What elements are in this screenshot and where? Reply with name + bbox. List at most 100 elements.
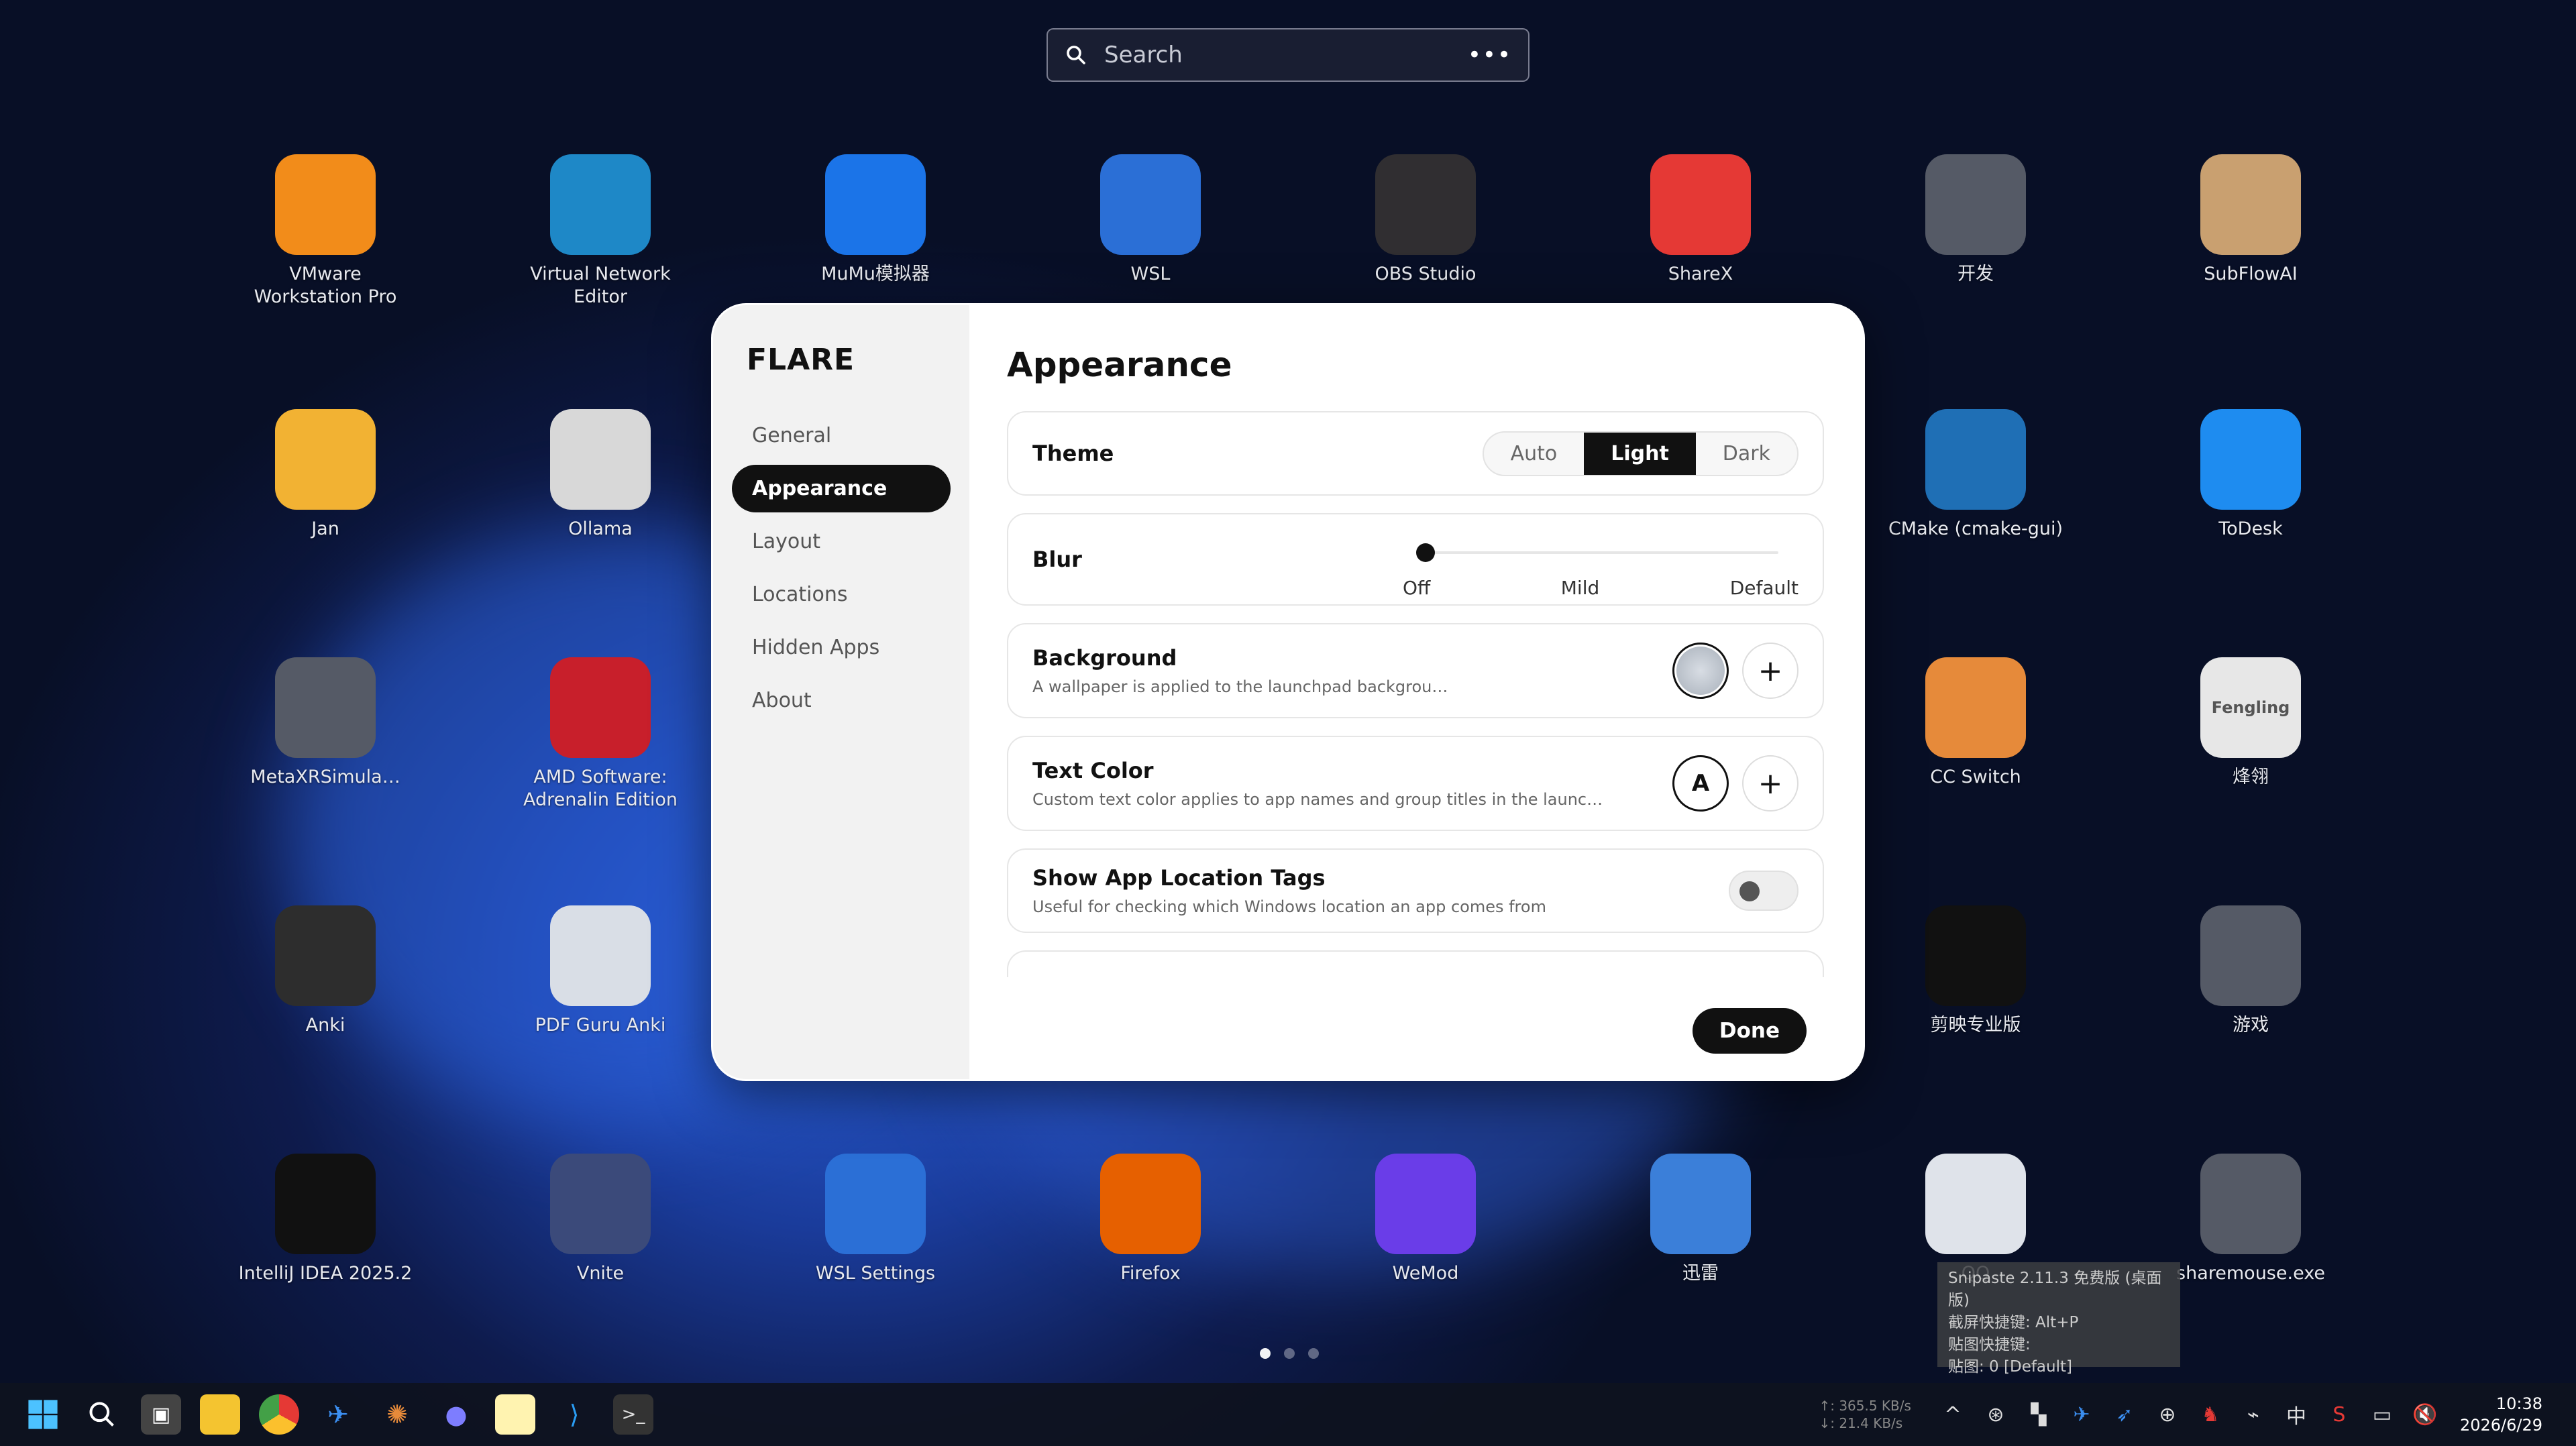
search-icon	[89, 1402, 114, 1427]
nav-item-general[interactable]: General	[732, 412, 951, 459]
app-tile[interactable]: WeMod	[1315, 1154, 1536, 1285]
network-icon[interactable]: ⌁	[2239, 1400, 2268, 1429]
ime-indicator[interactable]: 中	[2282, 1400, 2311, 1429]
openai-icon[interactable]: ⊛	[1981, 1400, 2010, 1429]
next-setting-card	[1007, 950, 1824, 977]
sogou-icon[interactable]: S	[2324, 1400, 2354, 1429]
taskbar-search-button[interactable]	[82, 1394, 122, 1435]
app-label: AMD Software: Adrenalin Edition	[523, 767, 678, 810]
app-tile[interactable]: AMD Software: Adrenalin Edition	[490, 657, 711, 812]
clock[interactable]: 10:38 2026/6/29	[2460, 1393, 2542, 1436]
bird-tray-icon[interactable]: ➶	[2110, 1400, 2139, 1429]
text-color-card: Text Color Custom text color applies to …	[1007, 736, 1824, 831]
search-bar[interactable]: Search •••	[1046, 28, 1529, 82]
app-tile[interactable]: CC Switch	[1865, 657, 2086, 789]
app-tile[interactable]: Ollama	[490, 409, 711, 541]
add-text-color-button[interactable]: +	[1742, 755, 1799, 812]
done-button[interactable]: Done	[1692, 1008, 1807, 1054]
page-dot[interactable]	[1260, 1348, 1271, 1359]
net-down: ↓: 21.4 KB/s	[1819, 1415, 1903, 1431]
capcut-icon	[1925, 905, 2026, 1006]
cc-switch-icon[interactable]: ✺	[377, 1394, 417, 1435]
app-tile[interactable]: Firefox	[1040, 1154, 1261, 1285]
network-speed: ↑: 365.5 KB/s ↓: 21.4 KB/s	[1819, 1397, 1911, 1432]
chevron-up-icon[interactable]: ^	[1938, 1400, 1968, 1429]
app-tile[interactable]: 迅雷	[1590, 1154, 1811, 1285]
feishu-icon[interactable]: ✈	[318, 1394, 358, 1435]
app-tile[interactable]: SubFlowAI	[2140, 154, 2361, 286]
app-tile[interactable]: 游戏	[2140, 905, 2361, 1037]
app-tile[interactable]: CMake (cmake-gui)	[1865, 409, 2086, 541]
app-tile[interactable]: WSL	[1040, 154, 1261, 286]
blur-stop-mild: Mild	[1560, 577, 1600, 599]
app-tile[interactable]: MetaXRSimula…	[215, 657, 436, 789]
text-color-title: Text Color	[1032, 758, 1154, 783]
sharex-icon	[1650, 154, 1751, 255]
app-tile[interactable]: Anki	[215, 905, 436, 1037]
app-tile[interactable]: WSL Settings	[765, 1154, 986, 1285]
start-button[interactable]	[23, 1394, 63, 1435]
nav-item-about[interactable]: About	[732, 677, 951, 724]
nav-item-appearance[interactable]: Appearance	[732, 465, 951, 512]
llama-icon	[550, 409, 651, 510]
background-title: Background	[1032, 645, 1177, 671]
chat-app-icon[interactable]: ●	[436, 1394, 476, 1435]
tooltip-line: Snipaste 2.11.3 免费版 (桌面版)	[1948, 1270, 2162, 1309]
theme-option-dark[interactable]: Dark	[1696, 433, 1797, 475]
todesk-icon	[2200, 409, 2301, 510]
app-tile[interactable]: MuMu模拟器	[765, 154, 986, 286]
app-tile[interactable]: ToDesk	[2140, 409, 2361, 541]
slider-knob[interactable]	[1416, 543, 1435, 562]
app-tile[interactable]: VMware Workstation Pro	[215, 154, 436, 309]
app-tile[interactable]: 剪映专业版	[1865, 905, 2086, 1037]
globe-icon	[550, 154, 651, 255]
theme-option-auto[interactable]: Auto	[1484, 433, 1585, 475]
file-explorer-icon[interactable]	[200, 1394, 240, 1435]
search-input[interactable]: Search	[1104, 42, 1468, 68]
settings-nav: General Appearance Layout Locations Hidden A…	[732, 412, 951, 724]
app-tile[interactable]: Virtual Network Editor	[490, 154, 711, 309]
location-tags-toggle[interactable]	[1729, 871, 1799, 911]
chrome-icon[interactable]	[259, 1394, 299, 1435]
blur-stop-off: Off	[1403, 577, 1431, 599]
page-dot[interactable]	[1308, 1348, 1319, 1359]
snipaste-icon[interactable]: ▚	[2024, 1400, 2053, 1429]
app-tile[interactable]: IntelliJ IDEA 2025.2	[215, 1154, 436, 1285]
app-tile[interactable]: ShareX	[1590, 154, 1811, 286]
app-tile[interactable]: Jan	[215, 409, 436, 541]
app-tile[interactable]: PDF Guru Anki	[490, 905, 711, 1037]
theme-option-light[interactable]: Light	[1584, 432, 1696, 475]
nav-item-hidden-apps[interactable]: Hidden Apps	[732, 624, 951, 671]
printer-icon	[2200, 154, 2301, 255]
text-color-swatch[interactable]: A	[1672, 755, 1729, 812]
terminal-icon[interactable]: >_	[613, 1394, 653, 1435]
page-indicator[interactable]	[1260, 1348, 1319, 1359]
settings-sidebar: FLARE General Appearance Layout Locations Hi…	[713, 305, 969, 1079]
theme-segmented-control[interactable]: Auto Light Dark	[1482, 431, 1799, 476]
feishu-tray-icon[interactable]: ✈	[2067, 1400, 2096, 1429]
app-tile[interactable]: Vnite	[490, 1154, 711, 1285]
firefox-icon	[1100, 1154, 1201, 1254]
app-tile[interactable]: Fengling 烽翎	[2140, 657, 2361, 789]
volume-muted-icon[interactable]: 🔇	[2410, 1400, 2440, 1429]
more-options-icon[interactable]: •••	[1468, 42, 1512, 68]
monitor-icon[interactable]: ▭	[2367, 1400, 2397, 1429]
nav-item-locations[interactable]: Locations	[732, 571, 951, 618]
vscode-icon[interactable]: ⟩	[554, 1394, 594, 1435]
task-view-button[interactable]: ▣	[141, 1394, 181, 1435]
blur-slider[interactable]: Off Mild Default	[1403, 526, 1799, 599]
page-dot[interactable]	[1284, 1348, 1295, 1359]
qq-tray-icon[interactable]: ♞	[2196, 1400, 2225, 1429]
windows-icon	[28, 1400, 58, 1429]
slider-track[interactable]	[1423, 551, 1778, 554]
add-background-button[interactable]: +	[1742, 643, 1799, 699]
steam-icon[interactable]: ⊕	[2153, 1400, 2182, 1429]
notes-icon[interactable]	[495, 1394, 535, 1435]
app-tile[interactable]: 开发	[1865, 154, 2086, 286]
app-label: 剪映专业版	[1930, 1015, 2021, 1036]
nav-item-layout[interactable]: Layout	[732, 518, 951, 565]
app-label: SubFlowAI	[2204, 264, 2298, 284]
theme-card: Theme Auto Light Dark	[1007, 411, 1824, 496]
background-swatch[interactable]	[1672, 643, 1729, 699]
app-tile[interactable]: OBS Studio	[1315, 154, 1536, 286]
